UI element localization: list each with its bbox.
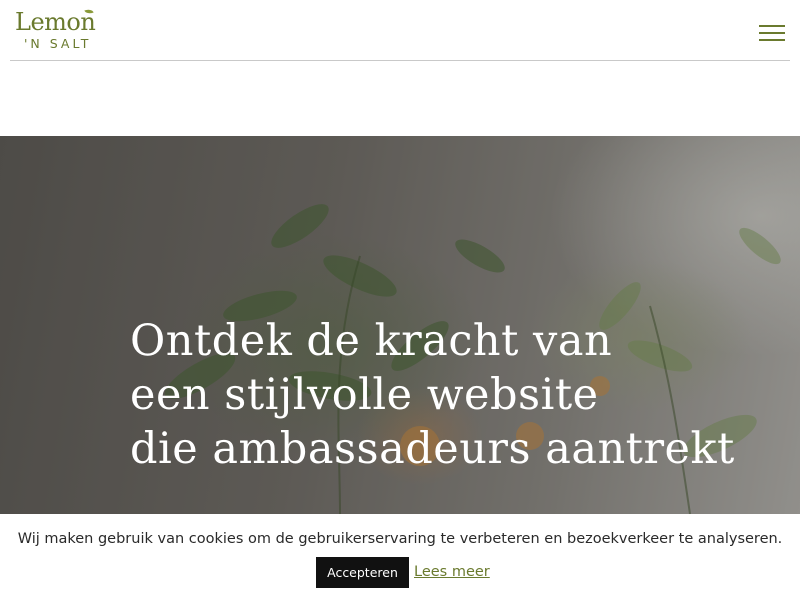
- site-header: Lemon 'N SALT: [0, 0, 800, 61]
- header-divider: [10, 60, 790, 61]
- cookie-message: Wij maken gebruik van cookies om de gebr…: [17, 531, 783, 547]
- site-logo[interactable]: Lemon 'N SALT: [15, 7, 115, 54]
- hero-title-line: die ambassadeurs aantrekt: [130, 424, 735, 474]
- menu-bar-bottom: [759, 39, 785, 41]
- menu-bar-top: [759, 25, 785, 27]
- hero-title: Ontdek de kracht van een stijlvolle webs…: [130, 314, 770, 476]
- hero-title-line: Ontdek de kracht van: [130, 316, 613, 366]
- logo-wordmark: Lemon: [15, 8, 96, 36]
- hero-title-line: een stijlvolle website: [130, 370, 599, 420]
- hamburger-menu-icon[interactable]: [759, 25, 785, 41]
- menu-bar-middle: [759, 32, 785, 34]
- hero-banner: Ontdek de kracht van een stijlvolle webs…: [0, 136, 800, 514]
- cookie-consent-bar: Wij maken gebruik van cookies om de gebr…: [0, 514, 800, 600]
- accept-cookies-button[interactable]: Accepteren: [316, 557, 409, 588]
- logo-subtitle: 'N SALT: [24, 36, 92, 51]
- read-more-link[interactable]: Lees meer: [414, 563, 490, 581]
